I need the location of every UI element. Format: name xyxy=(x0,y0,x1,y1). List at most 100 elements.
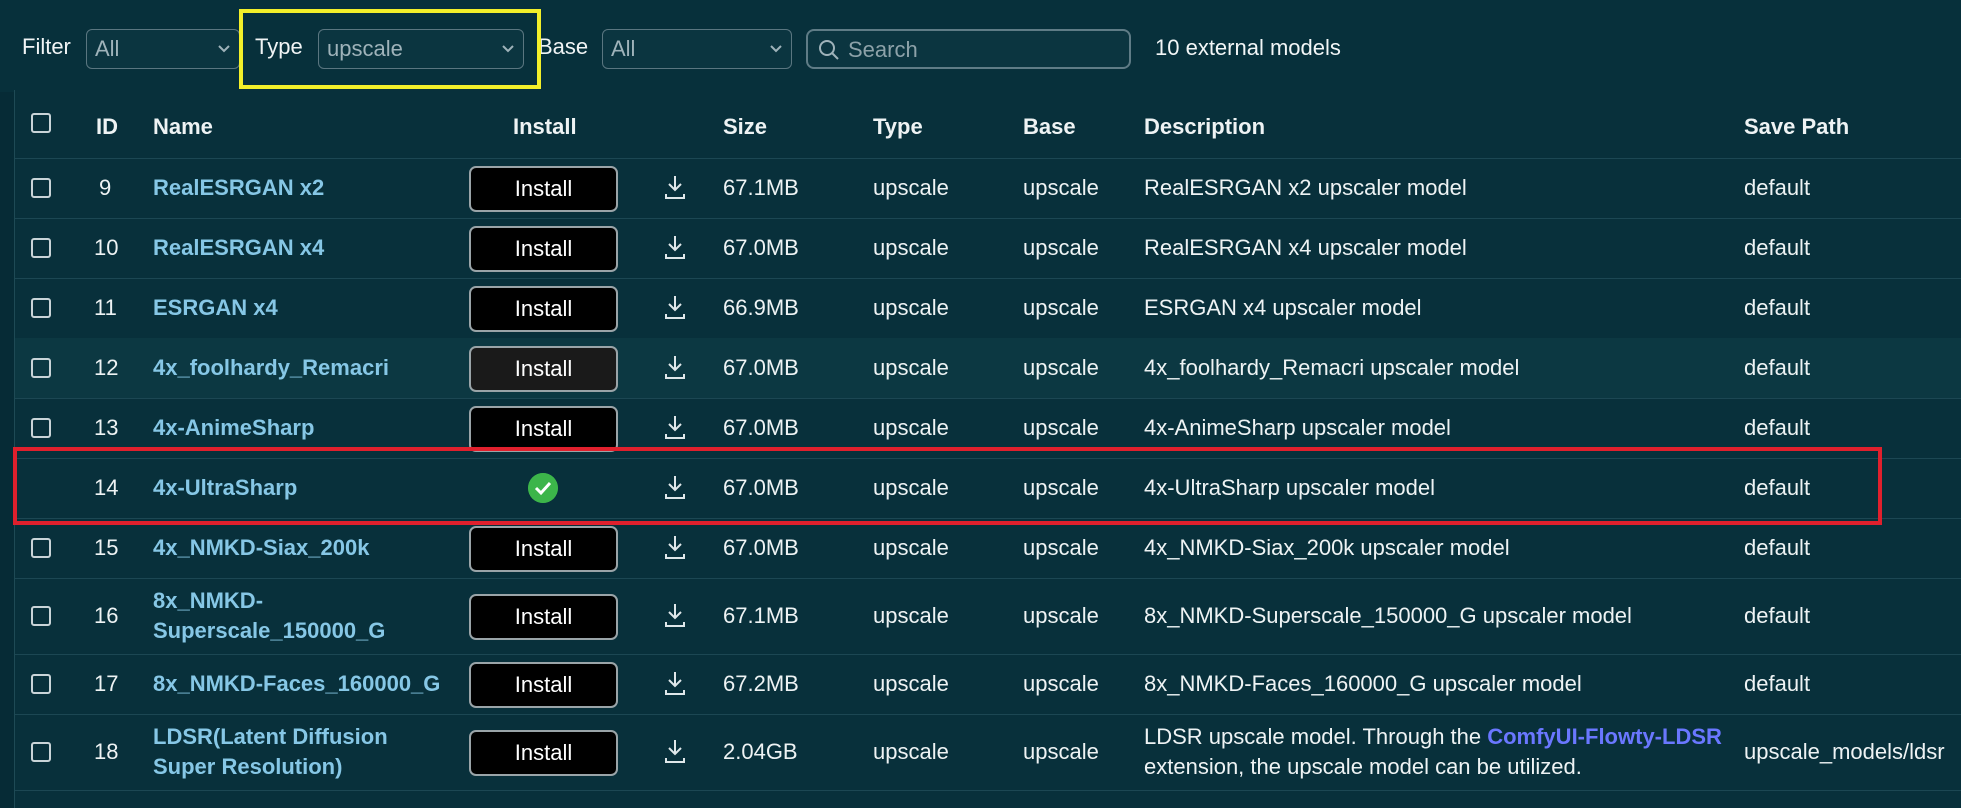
row-checkbox[interactable] xyxy=(31,238,51,258)
col-description: Description xyxy=(1144,114,1266,139)
search-icon xyxy=(819,40,839,60)
type-filter-highlight xyxy=(239,9,541,89)
model-name-link[interactable]: 4x_foolhardy_Remacri xyxy=(153,355,389,381)
row-type: upscale xyxy=(873,671,949,696)
table-row: 16 8x_NMKD- Superscale_150000_G Install … xyxy=(15,578,1961,655)
model-count: 10 external models xyxy=(1155,35,1341,60)
model-name-link[interactable]: 8x_NMKD- xyxy=(153,588,263,614)
download-icon[interactable] xyxy=(663,294,687,320)
install-button[interactable]: Install xyxy=(469,346,618,392)
base-label: Base xyxy=(538,34,589,59)
install-button[interactable]: Install xyxy=(469,730,618,776)
filter-select-value: All xyxy=(95,36,120,61)
download-icon[interactable] xyxy=(663,354,687,380)
col-install: Install xyxy=(513,114,577,139)
install-button[interactable]: Install xyxy=(469,594,618,640)
install-button[interactable]: Install xyxy=(469,166,618,212)
row-id: 10 xyxy=(94,235,119,260)
row-save-path: default xyxy=(1744,235,1811,260)
install-button[interactable]: Install xyxy=(469,662,618,708)
row-description: 8x_NMKD-Faces_160000_G upscaler model xyxy=(1144,671,1582,696)
row-save-path: default xyxy=(1744,671,1811,696)
row-checkbox[interactable] xyxy=(31,538,51,558)
download-icon[interactable] xyxy=(663,174,687,200)
row-base: upscale xyxy=(1023,355,1099,380)
installed-row-highlight xyxy=(13,447,1882,525)
row-save-path: default xyxy=(1744,355,1811,380)
search-placeholder: Search xyxy=(848,37,918,62)
row-type: upscale xyxy=(873,175,949,200)
table-row: 18 LDSR(Latent Diffusion Super Resolutio… xyxy=(15,714,1961,791)
row-checkbox[interactable] xyxy=(31,674,51,694)
description-text: LDSR upscale model. Through the xyxy=(1144,724,1488,749)
chevron-down-icon xyxy=(770,45,782,53)
row-id: 11 xyxy=(94,295,117,320)
row-save-path: default xyxy=(1744,295,1811,320)
row-type: upscale xyxy=(873,739,949,764)
row-size: 2.04GB xyxy=(723,739,798,764)
row-checkbox[interactable] xyxy=(31,178,51,198)
row-size: 66.9MB xyxy=(723,295,799,320)
row-description: ESRGAN x4 upscaler model xyxy=(1144,295,1422,320)
model-name-link[interactable]: 8x_NMKD-Faces_160000_G xyxy=(153,671,440,697)
row-checkbox[interactable] xyxy=(31,418,51,438)
install-button[interactable]: Install xyxy=(469,286,618,332)
row-save-path: default xyxy=(1744,415,1811,440)
row-description: 4x_foolhardy_Remacri upscaler model xyxy=(1144,355,1520,380)
row-id: 15 xyxy=(94,535,119,560)
row-description: 4x_NMKD-Siax_200k upscaler model xyxy=(1144,535,1510,560)
table-row: 9 RealESRGAN x2 Install 67.1MB upscale u… xyxy=(15,158,1961,219)
model-name-link[interactable]: RealESRGAN x4 xyxy=(153,235,324,261)
row-base: upscale xyxy=(1023,739,1099,764)
download-icon[interactable] xyxy=(663,534,687,560)
row-save-path: upscale_models/ldsr xyxy=(1744,739,1945,764)
row-description: 8x_NMKD-Superscale_150000_G upscaler mod… xyxy=(1144,603,1632,628)
row-type: upscale xyxy=(873,415,949,440)
filter-select[interactable]: All xyxy=(86,29,240,69)
download-icon[interactable] xyxy=(663,738,687,764)
model-name-link[interactable]: Super Resolution) xyxy=(153,754,342,780)
row-base: upscale xyxy=(1023,295,1099,320)
row-description-line2: extension, the upscale model can be util… xyxy=(1144,754,1582,779)
model-name-link[interactable]: LDSR(Latent Diffusion xyxy=(153,724,388,750)
row-size: 67.1MB xyxy=(723,603,799,628)
row-base: upscale xyxy=(1023,671,1099,696)
row-type: upscale xyxy=(873,295,949,320)
row-description: RealESRGAN x2 upscaler model xyxy=(1144,175,1467,200)
download-icon[interactable] xyxy=(663,602,687,628)
row-checkbox[interactable] xyxy=(31,358,51,378)
row-size: 67.1MB xyxy=(723,175,799,200)
install-button[interactable]: Install xyxy=(469,406,618,452)
install-button[interactable]: Install xyxy=(469,526,618,572)
base-select[interactable]: All xyxy=(602,29,792,69)
row-size: 67.0MB xyxy=(723,355,799,380)
base-select-value: All xyxy=(611,36,636,61)
download-icon[interactable] xyxy=(663,670,687,696)
model-name-link[interactable]: 4x-AnimeSharp xyxy=(153,415,314,441)
model-name-link[interactable]: ESRGAN x4 xyxy=(153,295,278,321)
row-checkbox[interactable] xyxy=(31,606,51,626)
row-description: RealESRGAN x4 upscaler model xyxy=(1144,235,1467,260)
row-save-path: default xyxy=(1744,535,1811,560)
row-checkbox[interactable] xyxy=(31,298,51,318)
model-name-link[interactable]: 4x_NMKD-Siax_200k xyxy=(153,535,369,561)
row-id: 12 xyxy=(94,355,119,380)
search-input[interactable]: Search xyxy=(806,29,1131,69)
install-button[interactable]: Install xyxy=(469,226,618,272)
download-icon[interactable] xyxy=(663,414,687,440)
download-icon[interactable] xyxy=(663,234,687,260)
row-checkbox[interactable] xyxy=(31,742,51,762)
ldsr-extension-link[interactable]: ComfyUI-Flowty-LDSR xyxy=(1487,724,1722,749)
model-name-link[interactable]: Superscale_150000_G xyxy=(153,618,385,644)
table-row: 15 4x_NMKD-Siax_200k Install 67.0MB upsc… xyxy=(15,518,1961,579)
row-type: upscale xyxy=(873,603,949,628)
table-row: 12 4x_foolhardy_Remacri Install 67.0MB u… xyxy=(15,338,1961,399)
col-save-path: Save Path xyxy=(1744,114,1850,139)
model-name-link[interactable]: RealESRGAN x2 xyxy=(153,175,324,201)
table-header: ID Name Install Size Type Base Descripti… xyxy=(15,90,1961,159)
table-row: 11 ESRGAN x4 Install 66.9MB upscale upsc… xyxy=(15,278,1961,339)
row-size: 67.0MB xyxy=(723,235,799,260)
row-description: LDSR upscale model. Through the ComfyUI-… xyxy=(1144,724,1722,750)
select-all-checkbox[interactable] xyxy=(31,113,51,133)
col-id: ID xyxy=(96,114,118,139)
